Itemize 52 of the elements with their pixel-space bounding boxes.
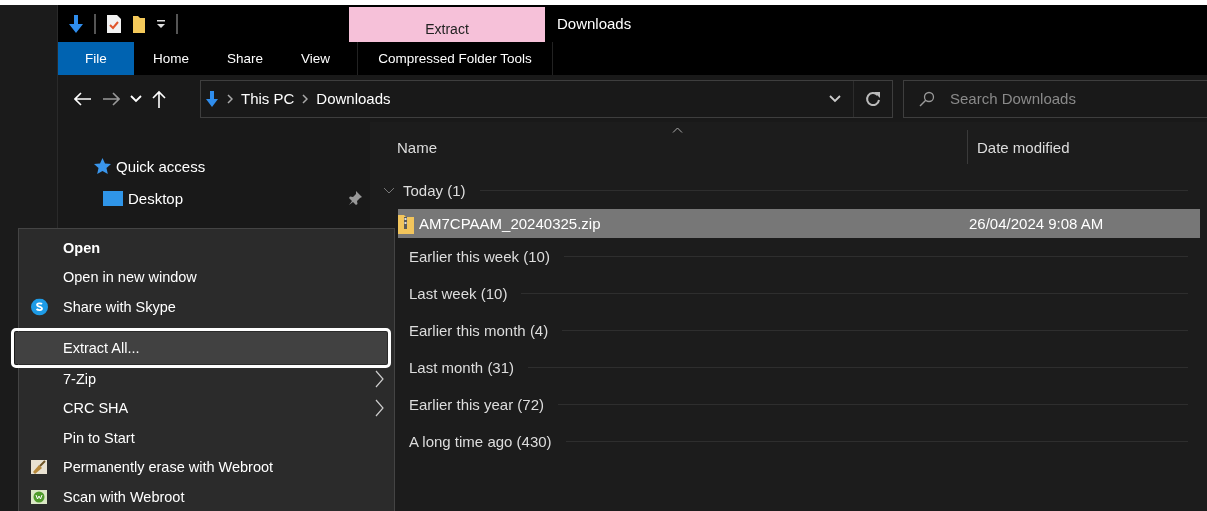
skype-icon [31, 298, 48, 316]
menu-item[interactable]: Pin to Start [19, 422, 394, 453]
forward-arrow-icon[interactable] [102, 91, 120, 106]
group-header[interactable]: Last week (10) [409, 285, 508, 302]
nav-item[interactable]: Quick access [116, 157, 362, 175]
chevron-down-icon[interactable] [829, 94, 841, 103]
broom-icon [31, 460, 47, 475]
menu-item[interactable]: Share with Skype [19, 292, 394, 322]
menu-item[interactable]: Scan with Webroot [19, 482, 394, 511]
group-header[interactable]: Earlier this week (10) [409, 248, 550, 265]
column-header[interactable]: Name [370, 138, 967, 156]
up-arrow-icon[interactable] [152, 89, 166, 108]
group-header[interactable]: Earlier this month (4) [409, 322, 549, 339]
folder-icon[interactable] [132, 13, 146, 34]
menu-item[interactable]: Open [19, 233, 394, 263]
file-date: 26/04/2024 9:08 AM [969, 215, 1104, 232]
group-header[interactable]: A long time ago (430) [409, 433, 552, 450]
back-arrow-icon[interactable] [74, 91, 92, 106]
pin-icon[interactable] [348, 191, 362, 205]
download-icon[interactable] [68, 13, 84, 34]
file-name: AM7CPAAM_20240325.zip [418, 215, 602, 232]
star-icon [94, 158, 111, 174]
ribbon-tab[interactable]: View [282, 42, 350, 75]
menu-item[interactable]: 7-Zip [19, 363, 394, 394]
column-header[interactable]: Date modified [967, 130, 1207, 164]
sort-caret-icon [672, 127, 683, 133]
webroot-icon [31, 489, 47, 504]
window-title: Downloads [556, 14, 632, 34]
group-header[interactable]: Last month (31) [409, 359, 515, 376]
refresh-icon[interactable] [865, 90, 881, 107]
search-field[interactable]: Search Downloads [903, 79, 1207, 118]
breadcrumb-chevron-icon[interactable] [302, 93, 309, 104]
ribbon-tab[interactable]: Home [134, 42, 208, 75]
menu-item[interactable]: CRC SHA [19, 393, 394, 423]
file-row[interactable]: AM7CPAAM_20240325.zip 26/04/2024 9:08 AM [398, 209, 1200, 238]
menu-item[interactable]: Permanently erase with Webroot [19, 452, 394, 483]
group-header[interactable]: Today (1) [403, 182, 466, 199]
menu-item[interactable]: Open in new window [19, 262, 394, 293]
group-header[interactable]: Earlier this year (72) [409, 396, 545, 413]
zip-folder-icon [398, 213, 414, 234]
properties-icon[interactable] [106, 13, 122, 34]
contextual-tab-group-label: Extract [349, 7, 545, 42]
ribbon-tab[interactable]: Share [208, 42, 283, 75]
download-icon [205, 89, 219, 108]
breadcrumb-item[interactable]: This PC [241, 90, 295, 107]
nav-item[interactable]: Desktop [128, 189, 343, 207]
ribbon-tab[interactable]: File [58, 42, 134, 75]
desktop-icon [103, 190, 123, 206]
breadcrumb-item[interactable]: Downloads [316, 90, 391, 107]
breadcrumb-chevron-icon[interactable] [227, 93, 233, 104]
dropdown-icon[interactable] [156, 17, 166, 30]
search-icon [919, 90, 935, 107]
